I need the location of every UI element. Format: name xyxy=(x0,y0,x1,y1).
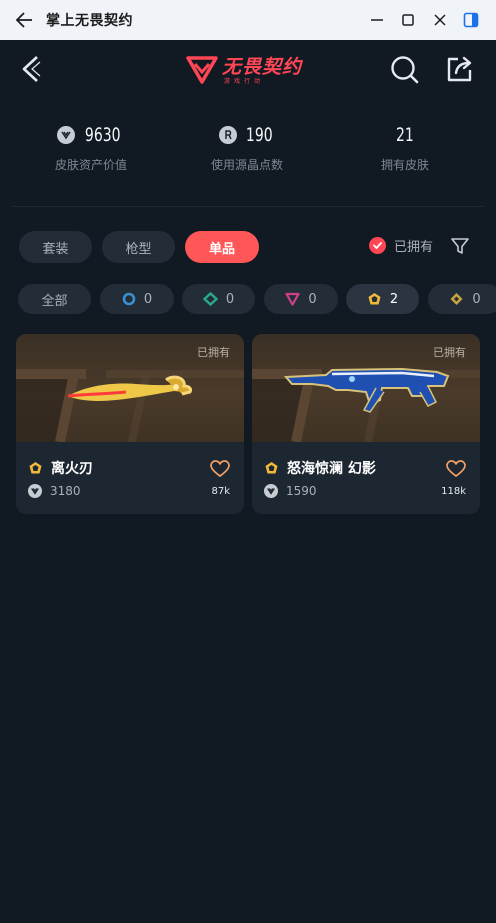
tier-chip-count: 0 xyxy=(472,291,481,307)
checkmark-icon xyxy=(369,237,386,254)
maximize-icon[interactable] xyxy=(399,11,417,29)
stat-value: 190 xyxy=(245,124,273,146)
close-icon[interactable] xyxy=(431,11,449,29)
minimize-icon[interactable] xyxy=(368,11,386,29)
share-icon[interactable] xyxy=(445,54,475,84)
skin-name: 怒海惊澜 幻影 xyxy=(287,461,376,477)
heart-icon[interactable] xyxy=(210,460,230,478)
exclusive-tier-icon xyxy=(265,462,278,474)
radianite-icon xyxy=(218,126,237,144)
tier-chip-count: 0 xyxy=(308,291,317,307)
divider xyxy=(12,206,484,207)
stat-owned-skins: 21 拥有皮肤 xyxy=(325,122,485,173)
tier-chip-ultra[interactable]: 0 xyxy=(428,284,496,314)
tier-chip-select[interactable]: 0 xyxy=(100,284,174,314)
stat-label: 使用源晶点数 xyxy=(210,158,283,172)
tier-chip-exclusive[interactable]: 2 xyxy=(346,284,419,314)
tab-weapon-type[interactable]: 枪型 xyxy=(102,231,175,263)
search-icon[interactable] xyxy=(390,55,420,85)
stat-value: 9630 xyxy=(85,124,121,146)
skin-price: 1590 xyxy=(286,484,317,498)
vp-icon xyxy=(28,484,42,498)
back-arrow-icon[interactable] xyxy=(14,9,36,31)
tier-chip-count: 2 xyxy=(389,291,399,307)
owned-filter-label: 已拥有 xyxy=(394,240,434,255)
skin-card[interactable]: 已拥有 怒海惊澜 幻影 1590 118k xyxy=(252,334,480,514)
tier-chip-premium[interactable]: 0 xyxy=(264,284,338,314)
vp-icon xyxy=(57,126,76,144)
deluxe-tier-icon xyxy=(202,292,218,306)
filter-icon[interactable] xyxy=(450,236,470,256)
valorant-logo: 无畏契约 游戏行动 xyxy=(186,52,310,86)
tier-chip-count: 0 xyxy=(143,291,153,307)
exclusive-tier-icon xyxy=(368,293,381,305)
vp-icon xyxy=(264,484,278,498)
ultra-tier-icon xyxy=(450,293,463,305)
skin-name: 离火刃 xyxy=(51,461,93,477)
logo-text: 无畏契约 xyxy=(222,56,303,78)
sidebar-toggle-icon[interactable] xyxy=(462,11,480,29)
exclusive-tier-icon xyxy=(29,462,42,474)
skin-card[interactable]: 已拥有 离火刃 3180 87k xyxy=(16,334,244,514)
logo-subtitle: 游戏行动 xyxy=(224,78,265,85)
window-title: 掌上无畏契约 xyxy=(46,13,133,29)
heart-icon[interactable] xyxy=(446,460,466,478)
like-count: 118k xyxy=(441,486,466,497)
tier-chip-count: 0 xyxy=(225,291,235,307)
tier-chip-all[interactable]: 全部 xyxy=(18,284,91,314)
owned-tag: 已拥有 xyxy=(433,346,466,359)
skin-price: 3180 xyxy=(50,484,81,498)
owned-filter-toggle[interactable]: 已拥有 xyxy=(369,236,433,255)
like-count: 87k xyxy=(211,486,230,497)
select-tier-icon xyxy=(122,292,136,306)
window-titlebar: 掌上无畏契约 xyxy=(0,0,496,40)
tab-single-item[interactable]: 单品 xyxy=(185,231,259,263)
tab-bundle[interactable]: 套装 xyxy=(19,231,92,263)
valorant-v-icon xyxy=(186,56,218,84)
premium-tier-icon xyxy=(285,292,300,306)
stat-skin-value: 9630 皮肤资产价值 xyxy=(11,122,171,173)
stat-label: 拥有皮肤 xyxy=(380,158,429,172)
owned-tag: 已拥有 xyxy=(197,346,230,359)
stat-value: 21 xyxy=(396,124,414,146)
tier-chip-label: 全部 xyxy=(41,293,68,309)
tier-chip-deluxe[interactable]: 0 xyxy=(182,284,255,314)
app-back-icon[interactable] xyxy=(18,54,44,84)
stat-radianite: 190 使用源晶点数 xyxy=(167,122,327,173)
stat-label: 皮肤资产价值 xyxy=(54,158,127,172)
